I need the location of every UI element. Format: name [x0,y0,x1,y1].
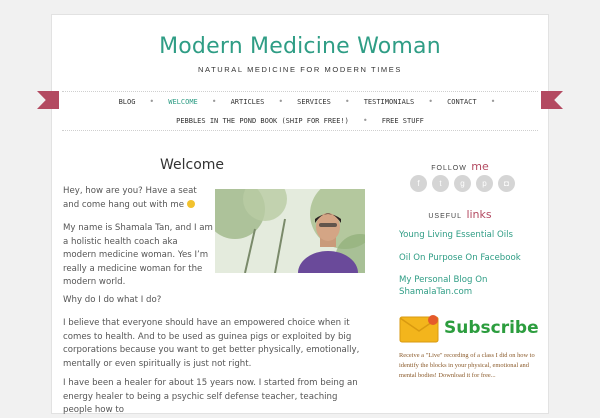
nav-top-rule [62,91,538,92]
ribbon-right-decoration [541,91,563,109]
nav-item-articles[interactable]: ARTICLES [217,98,279,106]
intro-paragraph: Hey, how are you? Have a seat and come h… [63,185,211,212]
healer-paragraph: I have been a healer for about 15 years … [63,378,358,415]
useful-heading-big: links [466,208,492,221]
link-personal-blog[interactable]: My Personal Blog On ShamalaTan.com [399,274,509,298]
link-young-living[interactable]: Young Living Essential Oils [399,229,513,241]
profile-photo-image [215,189,365,273]
envelope-icon [399,314,439,344]
useful-links-heading: USEFUL links [384,205,536,223]
main-nav-row2: PEBBLES IN THE POND BOOK (SHIP FOR FREE!… [62,116,538,125]
nav-item-free-stuff[interactable]: FREE STUFF [368,117,438,125]
useful-heading-small: USEFUL [428,213,462,220]
subscribe-heading[interactable]: Subscribe [444,318,539,338]
nav-item-services[interactable]: SERVICES [283,98,345,106]
instagram-icon[interactable]: ◘ [498,175,515,192]
belief-paragraph: I believe that everyone should have an e… [63,318,360,369]
page-title: Welcome [160,157,225,173]
google-plus-icon[interactable]: g [454,175,471,192]
follow-heading-big: me [471,160,489,173]
smiley-icon [186,199,195,208]
profile-photo [215,189,365,273]
question-paragraph: Why do I do what I do? [63,295,162,305]
ribbon-left-decoration [37,91,59,109]
follow-heading-small: FOLLOW [431,165,467,172]
pinterest-icon[interactable]: p [476,175,493,192]
intro-text: Hey, how are you? Have a seat and come h… [63,186,197,210]
twitter-icon[interactable]: t [432,175,449,192]
main-nav: BLOG • WELCOME • ARTICLES • SERVICES • TESTI… [62,97,538,106]
nav-item-blog[interactable]: BLOG [105,98,150,106]
subscribe-promo-text: Receive a "Live" recording of a class I … [399,352,535,379]
facebook-icon[interactable]: f [410,175,427,192]
bio-paragraph: My name is Shamala Tan, and I am a holis… [63,223,213,287]
follow-heading: FOLLOW me [384,157,536,175]
nav-item-contact[interactable]: CONTACT [433,98,491,106]
nav-item-pebbles-book[interactable]: PEBBLES IN THE POND BOOK (SHIP FOR FREE!… [162,117,363,125]
site-title[interactable]: Modern Medicine Woman [0,34,600,59]
nav-separator: • [490,97,496,106]
nav-item-welcome[interactable]: WELCOME [154,98,212,106]
nav-item-testimonials[interactable]: TESTIMONIALS [350,98,429,106]
link-oil-on-purpose[interactable]: Oil On Purpose On Facebook [399,252,521,264]
site-tagline: NATURAL MEDICINE FOR MODERN TIMES [198,65,402,74]
nav-bottom-rule [62,130,538,131]
